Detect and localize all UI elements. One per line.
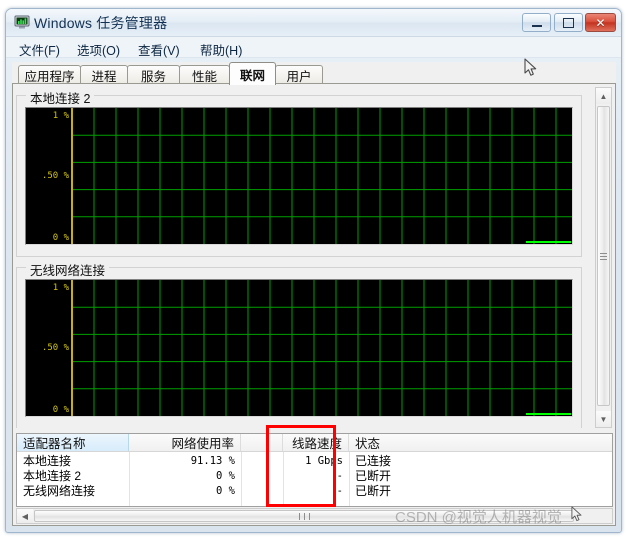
cell-state: 已断开 <box>355 484 392 498</box>
column-header-link-speed[interactable]: 线路速度 <box>283 434 349 451</box>
graph-y-axis-2: 1 % .50 % 0 % <box>26 280 72 416</box>
cell-link-speed: - <box>336 469 343 482</box>
cell-network-utilization: 0 % <box>216 484 235 497</box>
table-header-row: 适配器名称 网络使用率 线路速度 状态 <box>17 434 612 452</box>
table-row[interactable]: 本地连接 91.13 % 1 Gbps 已连接 <box>17 453 612 468</box>
tab-performance[interactable]: 性能 <box>179 65 230 84</box>
tab-networking[interactable]: 联网 <box>229 62 276 85</box>
minimize-icon <box>523 14 550 31</box>
graph-vertical-scrollbar[interactable]: ▲ ▼ <box>595 87 612 428</box>
adapter-graph-group-2: 无线网络连接 1 % .50 % 0 % <box>16 260 582 428</box>
cell-adapter-name: 无线网络连接 <box>23 484 96 498</box>
graph1-ylabel-top: 1 % <box>52 111 69 121</box>
vertical-scrollbar-thumb[interactable] <box>597 106 610 406</box>
tab-users[interactable]: 用户 <box>275 65 323 84</box>
adapter-table[interactable]: 适配器名称 网络使用率 线路速度 状态 本地连接 91.13 % 1 Gbps … <box>16 433 613 507</box>
graph-y-axis-1: 1 % .50 % 0 % <box>26 108 72 244</box>
menu-item-options[interactable]: 选项(O) <box>72 39 125 60</box>
cell-adapter-name: 本地连接 2 <box>23 469 82 483</box>
table-row[interactable]: 本地连接 2 0 % - 已断开 <box>17 468 612 483</box>
graph2-ylabel-top: 1 % <box>52 283 69 293</box>
graph-plot-2 <box>26 280 572 416</box>
table-body: 本地连接 91.13 % 1 Gbps 已连接 本地连接 2 0 % - 已断开 <box>17 453 612 498</box>
graph-plot-1 <box>26 108 572 244</box>
menu-item-help[interactable]: 帮助(H) <box>195 39 247 60</box>
graph1-ylabel-bottom: 0 % <box>52 233 69 243</box>
menu-item-file[interactable]: 文件(F) <box>14 39 65 60</box>
minimize-button[interactable] <box>522 13 551 32</box>
graph-scroll-area: 本地连接 2 1 % .50 % 0 % 无线网络连接 1 % .50 % 0 … <box>16 87 596 428</box>
task-manager-window: Windows 任务管理器 ✕ 文件(F) 选项(O) 查看(V) 帮助(H) … <box>5 8 622 533</box>
networking-tab-page: 本地连接 2 1 % .50 % 0 % 无线网络连接 1 % .50 % 0 … <box>12 83 616 526</box>
adapter-graph-group-1: 本地连接 2 1 % .50 % 0 % <box>16 88 582 257</box>
graph-title-1: 本地连接 2 <box>26 88 95 107</box>
task-manager-icon <box>14 15 30 29</box>
tab-processes[interactable]: 进程 <box>80 65 128 84</box>
column-header-spacer[interactable] <box>241 434 283 451</box>
scroll-down-icon[interactable]: ▼ <box>596 411 611 427</box>
cell-link-speed: 1 Gbps <box>305 454 343 467</box>
menu-item-view[interactable]: 查看(V) <box>133 39 185 60</box>
graph2-ylabel-bottom: 0 % <box>52 405 69 415</box>
maximize-icon <box>555 14 582 31</box>
column-header-network-utilization[interactable]: 网络使用率 <box>129 434 241 451</box>
graph-title-2: 无线网络连接 <box>26 260 110 279</box>
graph1-ylabel-middle: .50 % <box>41 171 69 181</box>
graph-canvas-2: 1 % .50 % 0 % <box>25 279 573 417</box>
window-title: Windows 任务管理器 <box>34 15 168 31</box>
tab-applications[interactable]: 应用程序 <box>18 65 81 84</box>
column-header-state[interactable]: 状态 <box>349 434 469 451</box>
horizontal-scrollbar-thumb[interactable] <box>34 510 574 522</box>
tab-services[interactable]: 服务 <box>127 65 180 84</box>
cell-state: 已连接 <box>355 454 392 468</box>
graph-canvas-1: 1 % .50 % 0 % <box>25 107 573 245</box>
cell-state: 已断开 <box>355 469 392 483</box>
desktop-background: Windows 任务管理器 ✕ 文件(F) 选项(O) 查看(V) 帮助(H) … <box>0 0 628 540</box>
tab-strip: 应用程序 进程 服务 性能 联网 用户 <box>12 62 616 85</box>
title-bar[interactable]: Windows 任务管理器 ✕ <box>6 9 621 37</box>
cell-adapter-name: 本地连接 <box>23 454 72 468</box>
scrollbar-grip-icon <box>600 251 607 262</box>
maximize-button[interactable] <box>554 13 583 32</box>
client-area: 应用程序 进程 服务 性能 联网 用户 本地连接 2 1 % .50 % 0 %… <box>12 62 616 526</box>
scrollbar-grip-icon <box>297 512 312 520</box>
close-button[interactable]: ✕ <box>585 13 616 32</box>
column-header-adapter-name[interactable]: 适配器名称 <box>17 434 129 451</box>
table-row[interactable]: 无线网络连接 0 % - 已断开 <box>17 483 612 498</box>
close-icon: ✕ <box>595 15 606 30</box>
graph2-ylabel-middle: .50 % <box>41 343 69 353</box>
menu-bar: 文件(F) 选项(O) 查看(V) 帮助(H) <box>6 37 621 58</box>
scroll-left-icon[interactable]: ◀ <box>17 509 33 523</box>
cell-network-utilization: 0 % <box>216 469 235 482</box>
cell-link-speed: - <box>336 484 343 497</box>
table-horizontal-scrollbar[interactable]: ◀ <box>16 508 613 524</box>
scroll-up-icon[interactable]: ▲ <box>596 88 611 104</box>
cell-network-utilization: 91.13 % <box>190 454 235 467</box>
